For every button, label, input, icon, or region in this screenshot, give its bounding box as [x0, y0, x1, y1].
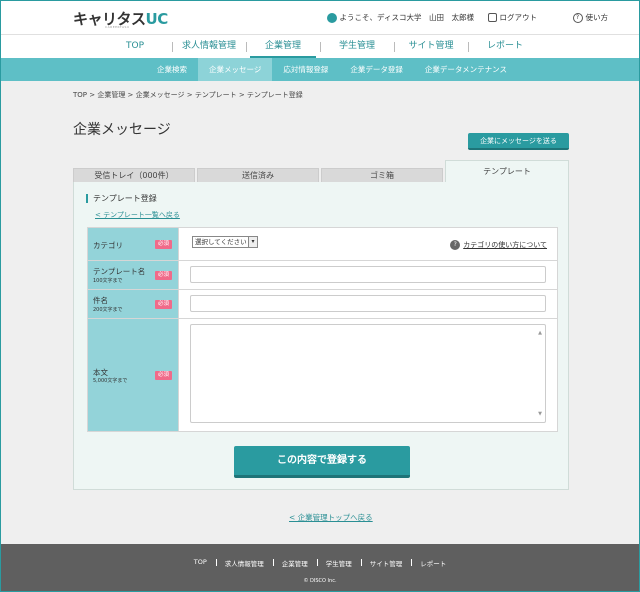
- required-badge: 必須: [155, 240, 172, 249]
- footer-link-job-info[interactable]: 求人情報管理: [215, 558, 273, 568]
- main-nav-report[interactable]: レポート: [468, 35, 542, 58]
- sub-nav-company-search[interactable]: 企業検索: [146, 58, 198, 81]
- subject-label: 件名: [93, 296, 108, 305]
- category-help-link[interactable]: ? カテゴリの使い方について: [450, 240, 547, 250]
- question-icon: ?: [450, 240, 461, 250]
- site-header: キャリタスUC CAREERTASU ログアウト ようこそ、ディスコ大学 山田 …: [1, 1, 639, 34]
- footer-link-company[interactable]: 企業管理: [272, 558, 317, 568]
- tab-inbox[interactable]: 受信トレイ（000件）: [73, 168, 195, 182]
- copyright: © DISCO Inc.: [303, 578, 337, 584]
- category-help-text: カテゴリの使い方について: [463, 241, 547, 249]
- body-limit: 5,000文字まで: [93, 378, 128, 384]
- subject-input[interactable]: [190, 295, 546, 312]
- footer-nav: TOP 求人情報管理 企業管理 学生管理 サイト管理 レポート: [1, 558, 639, 568]
- required-badge: 必須: [155, 271, 172, 280]
- template-name-limit: 100文字まで: [93, 278, 123, 284]
- subject-limit: 200文字まで: [93, 307, 123, 313]
- body-row: 本文 5,000文字まで 必須 ▲ ▼: [88, 319, 557, 431]
- tab-sent[interactable]: 送信済み: [197, 168, 319, 182]
- template-name-input[interactable]: [190, 266, 546, 283]
- footer-link-site[interactable]: サイト管理: [360, 558, 412, 568]
- help-label: 使い方: [585, 13, 609, 22]
- back-to-company-top-link[interactable]: < 企業管理トップへ戻る: [289, 512, 373, 523]
- main-nav-company[interactable]: 企業管理: [246, 35, 320, 58]
- site-footer: TOP 求人情報管理 企業管理 学生管理 サイト管理 レポート © DISCO …: [1, 544, 639, 591]
- category-row: カテゴリ 必須 選択してください ▾ ? カテゴリの使い方について: [88, 228, 557, 261]
- template-name-row: テンプレート名 100文字まで 必須: [88, 261, 557, 290]
- template-name-label-cell: テンプレート名 100文字まで 必須: [88, 261, 179, 289]
- user-icon: [326, 12, 337, 23]
- template-form: カテゴリ 必須 選択してください ▾ ? カテゴリの使い方について テンプレート…: [87, 227, 558, 432]
- register-button[interactable]: この内容で登録する: [234, 446, 410, 478]
- template-name-label: テンプレート名: [93, 267, 146, 276]
- question-icon: ?: [572, 12, 583, 23]
- sub-nav-company-data-registration[interactable]: 企業データ登録: [339, 58, 414, 81]
- logout-label: ログアウト: [499, 13, 538, 22]
- send-message-button[interactable]: 企業にメッセージを送る: [468, 133, 569, 150]
- chevron-down-icon: ▾: [248, 237, 257, 247]
- footer-link-student[interactable]: 学生管理: [316, 558, 361, 568]
- category-select-value: 選択してください: [195, 238, 247, 246]
- main-nav-student[interactable]: 学生管理: [320, 35, 394, 58]
- help-link[interactable]: ? 使い方: [572, 12, 609, 23]
- welcome-message: ようこそ、ディスコ大学 山田 太郎様: [326, 12, 474, 23]
- main-nav-top[interactable]: TOP: [98, 35, 172, 58]
- page-title: 企業メッセージ: [73, 122, 171, 138]
- welcome-text: ようこそ、ディスコ大学 山田 太郎様: [339, 13, 474, 22]
- sub-nav: 企業検索 企業メッセージ 応対情報登録 企業データ登録 企業データメンテナンス: [1, 58, 639, 81]
- body-label-cell: 本文 5,000文字まで 必須: [88, 319, 179, 431]
- tab-trash[interactable]: ゴミ箱: [321, 168, 443, 182]
- footer-link-report[interactable]: レポート: [411, 558, 455, 568]
- back-to-template-list-link[interactable]: < テンプレート一覧へ戻る: [95, 210, 180, 220]
- main-nav: TOP 求人情報管理 企業管理 学生管理 サイト管理 レポート: [1, 34, 639, 58]
- sub-nav-company-message[interactable]: 企業メッセージ: [198, 58, 273, 81]
- template-panel: テンプレート登録 < テンプレート一覧へ戻る カテゴリ 必須 選択してください …: [73, 182, 569, 490]
- sub-nav-company-data-maintenance[interactable]: 企業データメンテナンス: [414, 58, 518, 81]
- scroll-up-icon[interactable]: ▲: [538, 330, 542, 336]
- category-label: カテゴリ: [93, 241, 123, 250]
- section-label: テンプレート登録: [86, 194, 157, 203]
- body-textarea[interactable]: ▲ ▼: [190, 324, 546, 423]
- logout-link[interactable]: ログアウト: [487, 12, 538, 23]
- main-nav-job-info[interactable]: 求人情報管理: [172, 35, 246, 58]
- category-label-cell: カテゴリ 必須: [88, 228, 179, 260]
- logout-icon: [487, 13, 497, 22]
- tab-bar: 受信トレイ（000件） 送信済み ゴミ箱 テンプレート: [73, 160, 569, 182]
- category-select[interactable]: 選択してください ▾: [192, 236, 258, 248]
- logo-subtitle: CAREERTASU: [105, 25, 130, 29]
- subject-row: 件名 200文字まで 必須: [88, 290, 557, 319]
- breadcrumb: TOP > 企業管理 > 企業メッセージ > テンプレート > テンプレート登録: [73, 91, 303, 99]
- tab-template[interactable]: テンプレート: [445, 160, 569, 182]
- scroll-down-icon[interactable]: ▼: [538, 411, 542, 417]
- required-badge: 必須: [155, 300, 172, 309]
- main-nav-site[interactable]: サイト管理: [394, 35, 468, 58]
- sub-nav-response-registration[interactable]: 応対情報登録: [272, 58, 339, 81]
- subject-label-cell: 件名 200文字まで 必須: [88, 290, 179, 318]
- required-badge: 必須: [155, 371, 172, 380]
- footer-link-top[interactable]: TOP: [185, 558, 216, 568]
